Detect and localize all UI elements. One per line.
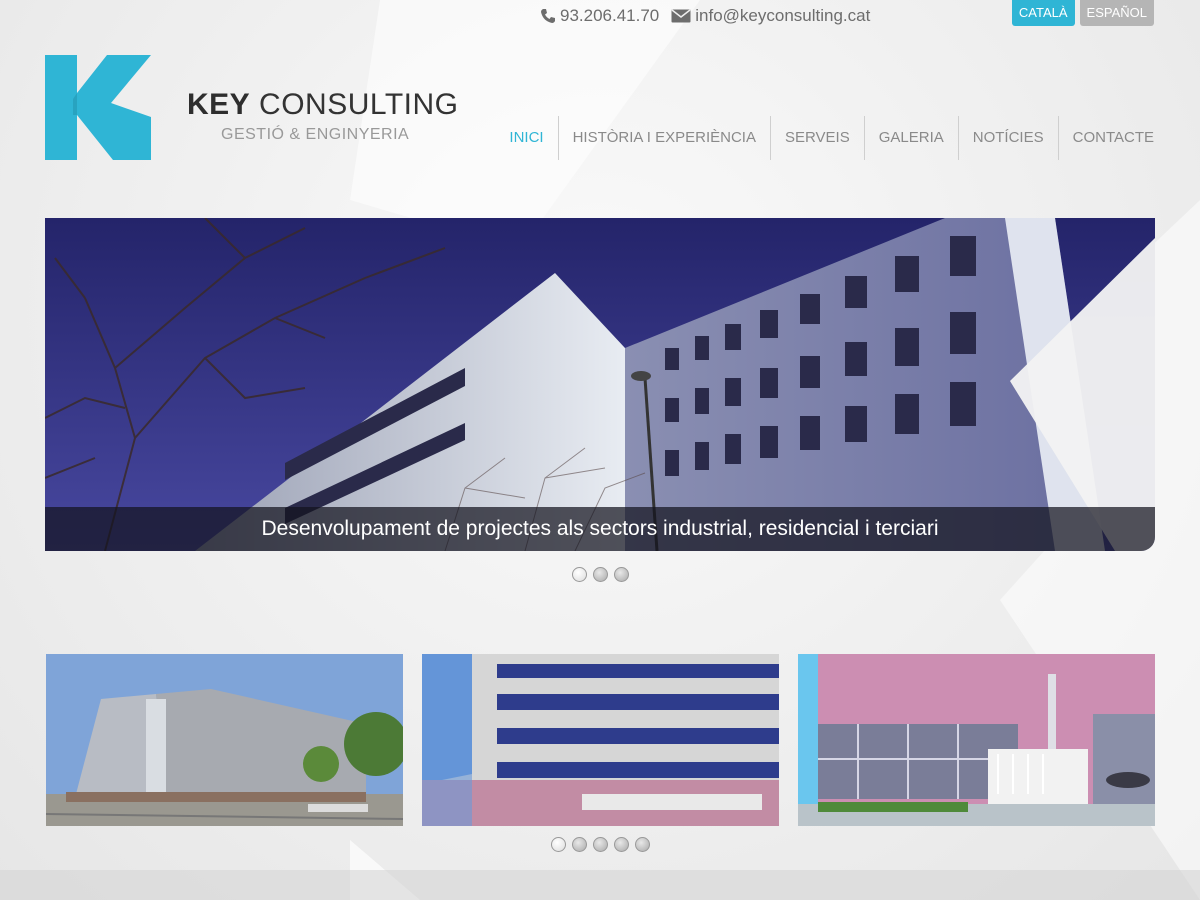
- nav-item-noticies[interactable]: NOTÍCIES: [957, 116, 1058, 160]
- brand-tagline: GESTIÓ & ENGINYERIA: [221, 126, 410, 143]
- nav-item-historia[interactable]: HISTÒRIA I EXPERIÈNCIA: [557, 116, 770, 160]
- gallery-item-2[interactable]: [422, 654, 779, 826]
- gallery-item-1[interactable]: [46, 654, 403, 826]
- brand-block[interactable]: KEY CONSULTING GESTIÓ & ENGINYERIA: [187, 88, 459, 144]
- language-catala-button[interactable]: CATALÀ: [1011, 0, 1075, 26]
- k-logo-icon[interactable]: [45, 55, 153, 165]
- language-espanol-button[interactable]: ESPAÑOL: [1079, 0, 1154, 26]
- main-nav: INICI HISTÒRIA I EXPERIÈNCIA SERVEIS GAL…: [495, 116, 1154, 160]
- email-address: info@keyconsulting.cat: [695, 6, 871, 25]
- gallery-image: [798, 654, 1155, 826]
- gallery-dot-2[interactable]: [572, 837, 587, 852]
- gallery-dot-4[interactable]: [614, 837, 629, 852]
- nav-item-contacte[interactable]: CONTACTE: [1057, 116, 1154, 160]
- gallery-dot-3[interactable]: [593, 837, 608, 852]
- phone-contact[interactable]: 93.206.41.70: [540, 6, 659, 26]
- phone-number: 93.206.41.70: [560, 6, 660, 25]
- brand-name-rest: CONSULTING: [259, 88, 459, 121]
- brand-name-bold: KEY: [187, 88, 251, 121]
- gallery-carousel: [46, 654, 1155, 826]
- hero-caption: Desenvolupament de projectes als sectors…: [45, 507, 1155, 551]
- hero-dot-2[interactable]: [593, 567, 608, 582]
- brand-name: KEY CONSULTING: [187, 88, 459, 122]
- nav-item-galeria[interactable]: GALERIA: [863, 116, 958, 160]
- gallery-image: [46, 654, 403, 826]
- language-switcher: CATALÀ ESPAÑOL: [1011, 0, 1154, 26]
- hero-dot-1[interactable]: [572, 567, 587, 582]
- gallery-pagination: [551, 837, 650, 852]
- phone-icon: [541, 9, 555, 23]
- hero-slider[interactable]: Desenvolupament de projectes als sectors…: [45, 218, 1155, 551]
- contact-bar: 93.206.41.70 info@keyconsulting.cat: [540, 6, 870, 26]
- gallery-item-3[interactable]: [798, 654, 1155, 826]
- hero-pagination: [572, 567, 629, 582]
- gallery-image: [422, 654, 779, 826]
- gallery-dot-5[interactable]: [635, 837, 650, 852]
- hero-image: [45, 218, 1155, 551]
- nav-item-inici[interactable]: INICI: [495, 116, 557, 160]
- nav-item-serveis[interactable]: SERVEIS: [769, 116, 864, 160]
- gallery-dot-1[interactable]: [551, 837, 566, 852]
- hero-dot-3[interactable]: [614, 567, 629, 582]
- envelope-icon: [671, 9, 691, 23]
- email-contact[interactable]: info@keyconsulting.cat: [671, 6, 870, 26]
